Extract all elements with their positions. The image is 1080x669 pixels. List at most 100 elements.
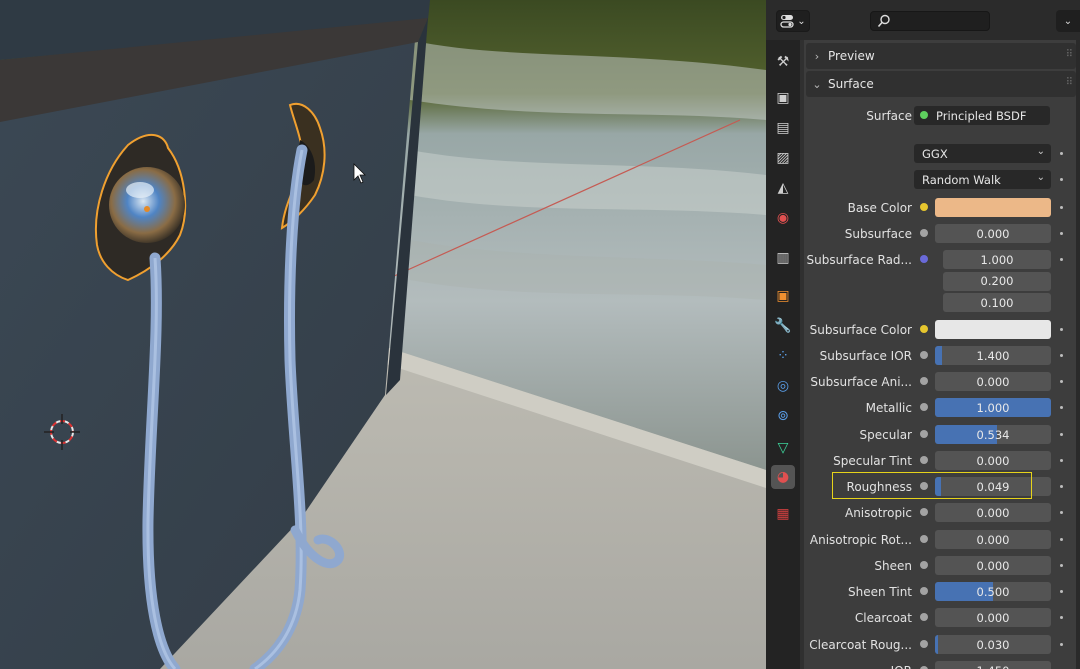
- sheen-slider[interactable]: 0.000: [935, 556, 1051, 575]
- object-tab[interactable]: ▣: [771, 284, 795, 308]
- chevron-down-icon: ⌄: [1036, 172, 1045, 183]
- keyframe-dot-icon[interactable]: [1060, 590, 1063, 593]
- image-stack-icon: ▨: [776, 150, 790, 166]
- subsurface-socket-icon[interactable]: [920, 229, 928, 237]
- metallic-slider[interactable]: 1.000: [935, 398, 1051, 417]
- scene-tab[interactable]: ◭: [771, 176, 795, 200]
- specular-tint-socket-icon[interactable]: [920, 456, 928, 464]
- subsurface-color-swatch[interactable]: [935, 320, 1051, 339]
- specular-value: 0.534: [976, 427, 1010, 442]
- 3d-viewport[interactable]: [0, 0, 766, 669]
- preview-panel-header[interactable]: › Preview ⠿: [806, 43, 1076, 69]
- subsurface-method-dropdown[interactable]: Random Walk ⌄: [914, 170, 1051, 189]
- chevron-down-icon: ⌄: [797, 15, 806, 27]
- distribution-dropdown[interactable]: GGX ⌄: [914, 144, 1051, 163]
- anisotropic-rot-slider[interactable]: 0.000: [935, 530, 1051, 549]
- base-color-swatch[interactable]: [935, 198, 1051, 217]
- anisotropic-slider[interactable]: 0.000: [935, 503, 1051, 522]
- subsurface-rad-value: 1.000: [980, 252, 1014, 267]
- keyframe-dot-icon[interactable]: [1060, 564, 1063, 567]
- keyframe-dot-icon[interactable]: [1060, 328, 1063, 331]
- collection-tab[interactable]: ▥: [771, 246, 795, 270]
- clearcoat-value: 0.000: [976, 610, 1010, 625]
- subsurface-rad-field-2[interactable]: 0.100: [943, 293, 1051, 312]
- world-tab[interactable]: ◉: [771, 206, 795, 230]
- subsurface-color-socket-icon[interactable]: [920, 325, 928, 333]
- clearcoat-socket-icon[interactable]: [920, 613, 928, 621]
- texture-tab[interactable]: ▦: [771, 502, 795, 526]
- constraints-tab[interactable]: ⊚: [771, 404, 795, 428]
- data-tab[interactable]: ▽: [771, 436, 795, 460]
- checker-icon: ▦: [776, 506, 790, 522]
- scrollbar[interactable]: [1076, 40, 1080, 669]
- keyframe-dot-icon[interactable]: [1060, 354, 1063, 357]
- keyframe-dot-icon[interactable]: [1060, 459, 1063, 462]
- surface-panel-header[interactable]: ⌄ Surface ⠿: [806, 71, 1076, 97]
- editor-type-button[interactable]: ⌄: [776, 10, 810, 32]
- specular-slider[interactable]: 0.534: [935, 425, 1051, 444]
- keyframe-dot-icon[interactable]: [1060, 380, 1063, 383]
- clearcoat-roug-slider[interactable]: 0.030: [935, 635, 1051, 654]
- tool-tab[interactable]: ⚒: [771, 50, 795, 74]
- subsurface-ior-slider[interactable]: 1.400: [935, 346, 1051, 365]
- keyframe-dot-icon[interactable]: [1060, 206, 1063, 209]
- keyframe-dot-icon[interactable]: [1060, 232, 1063, 235]
- specular-tint-slider[interactable]: 0.000: [935, 451, 1051, 470]
- box-icon: ▥: [776, 250, 790, 266]
- base-color-socket-icon[interactable]: [920, 203, 928, 211]
- keyframe-dot-icon[interactable]: [1060, 643, 1063, 646]
- subsurface-ani-value: 0.000: [976, 374, 1010, 389]
- chevron-down-icon: ⌄: [1036, 146, 1045, 157]
- clearcoat-roug-label: Clearcoat Roug...: [809, 638, 912, 652]
- subsurface-label: Subsurface: [844, 227, 912, 241]
- metallic-socket-icon[interactable]: [920, 403, 928, 411]
- subsurface-ani-socket-icon[interactable]: [920, 377, 928, 385]
- search-input[interactable]: [893, 13, 989, 31]
- keyframe-dot-icon[interactable]: [1060, 258, 1063, 261]
- sheen-tint-label: Sheen Tint: [847, 585, 912, 599]
- output-tab[interactable]: ▤: [771, 116, 795, 140]
- keyframe-dot-icon[interactable]: [1060, 485, 1063, 488]
- sheen-label: Sheen: [874, 559, 912, 573]
- drag-handle-icon[interactable]: ⠿: [1066, 49, 1073, 60]
- specular-socket-icon[interactable]: [920, 430, 928, 438]
- search-icon: [877, 14, 890, 28]
- keyframe-dot-icon[interactable]: [1060, 406, 1063, 409]
- keyframe-dot-icon[interactable]: [1060, 433, 1063, 436]
- physics-tab[interactable]: ◎: [771, 374, 795, 398]
- keyframe-dot-icon[interactable]: [1060, 178, 1063, 181]
- anisotropic-socket-icon[interactable]: [920, 508, 928, 516]
- subsurface-ior-socket-icon[interactable]: [920, 351, 928, 359]
- keyframe-dot-icon[interactable]: [1060, 511, 1063, 514]
- sheen-tint-slider[interactable]: 0.500: [935, 582, 1051, 601]
- keyframe-dot-icon[interactable]: [1060, 538, 1063, 541]
- surface-shader-selector[interactable]: Principled BSDF: [914, 106, 1050, 125]
- subsurface-rad-socket-icon[interactable]: [920, 255, 928, 263]
- sheen-socket-icon[interactable]: [920, 561, 928, 569]
- drag-handle-icon[interactable]: ⠿: [1066, 77, 1073, 88]
- render-tab[interactable]: ▣: [771, 86, 795, 110]
- particles-tab[interactable]: ⁘: [771, 344, 795, 368]
- options-dropdown-button[interactable]: ⌄: [1056, 10, 1080, 32]
- roughness-value: 0.049: [976, 479, 1010, 494]
- clearcoat-roug-slider-fill: [935, 635, 938, 654]
- subsurface-slider[interactable]: 0.000: [935, 224, 1051, 243]
- metallic-value: 1.000: [976, 400, 1010, 415]
- anisotropic-rot-socket-icon[interactable]: [920, 535, 928, 543]
- clearcoat-slider[interactable]: 0.000: [935, 608, 1051, 627]
- subsurface-method-value: Random Walk: [922, 172, 1001, 187]
- view-layer-tab[interactable]: ▨: [771, 146, 795, 170]
- search-box[interactable]: [870, 11, 990, 31]
- subsurface-rad-field-1[interactable]: 0.200: [943, 271, 1051, 291]
- keyframe-dot-icon[interactable]: [1060, 152, 1063, 155]
- keyframe-dot-icon[interactable]: [1060, 616, 1063, 619]
- subsurface-ani-slider[interactable]: 0.000: [935, 372, 1051, 391]
- material-tab[interactable]: ◕: [771, 465, 795, 489]
- sheen-tint-socket-icon[interactable]: [920, 587, 928, 595]
- mesh-data-icon: ▽: [777, 440, 789, 456]
- clearcoat-roug-socket-icon[interactable]: [920, 640, 928, 648]
- subsurface-rad-field-0[interactable]: 1.000: [943, 250, 1051, 269]
- ior-slider[interactable]: 1.450: [935, 661, 1051, 669]
- modifiers-tab[interactable]: 🔧: [771, 314, 795, 338]
- specular-label: Specular: [859, 428, 912, 442]
